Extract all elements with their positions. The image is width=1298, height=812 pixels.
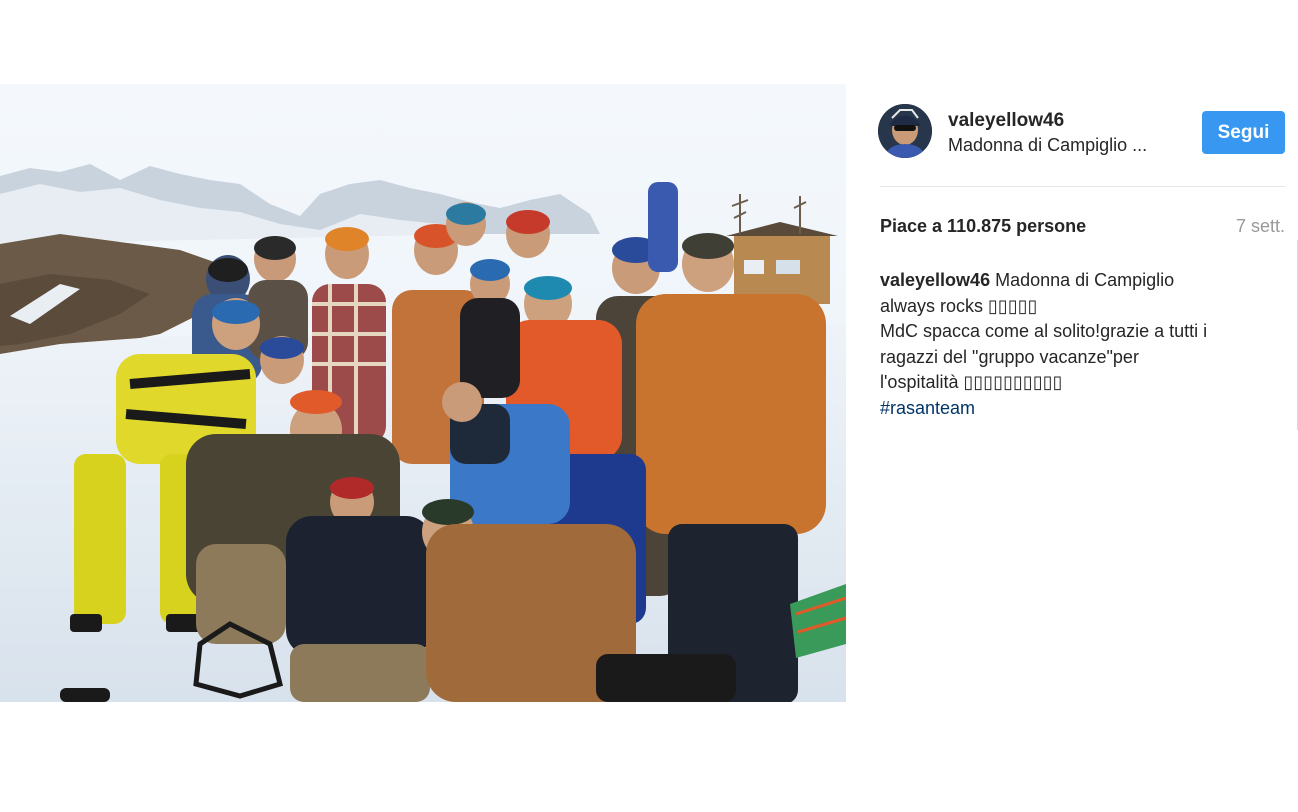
caption-line-1: valeyellow46 Madonna di Campiglio bbox=[880, 268, 1280, 294]
post-time[interactable]: 7 sett. bbox=[1236, 216, 1285, 237]
group-photo-snow-mountains bbox=[0, 84, 846, 702]
caption-line-2: always rocks ▯▯▯▯▯ bbox=[880, 295, 1038, 316]
caption-line-5: l'ospitalità ▯▯▯▯▯▯▯▯▯▯ bbox=[880, 372, 1063, 392]
post-location[interactable]: Madonna di Campiglio ... bbox=[948, 135, 1183, 156]
avatar[interactable] bbox=[878, 104, 932, 158]
post-photo[interactable] bbox=[0, 84, 846, 702]
caption-line-3: MdC spacca come al solito!grazie a tutti… bbox=[880, 321, 1208, 341]
caption-username[interactable]: valeyellow46 bbox=[880, 270, 990, 290]
post-header: valeyellow46 Madonna di Campiglio ... Se… bbox=[878, 104, 1285, 162]
likes-count[interactable]: Piace a 110.875 persone bbox=[880, 216, 1086, 237]
caption-line-4: ragazzi del "gruppo vacanze"per bbox=[880, 346, 1139, 367]
post-caption: valeyellow46 Madonna di Campiglio always… bbox=[880, 268, 1280, 421]
divider bbox=[880, 186, 1285, 187]
post-username[interactable]: valeyellow46 bbox=[948, 110, 1064, 132]
caption-text-1: Madonna di Campiglio bbox=[990, 270, 1175, 290]
follow-button[interactable]: Segui bbox=[1202, 111, 1285, 154]
post-sidebar: valeyellow46 Madonna di Campiglio ... Se… bbox=[878, 104, 1285, 418]
likes-row: Piace a 110.875 persone 7 sett. bbox=[880, 216, 1285, 242]
caption-hashtag[interactable]: #rasanteam bbox=[880, 396, 1280, 422]
avatar-photo-icon bbox=[878, 104, 932, 158]
